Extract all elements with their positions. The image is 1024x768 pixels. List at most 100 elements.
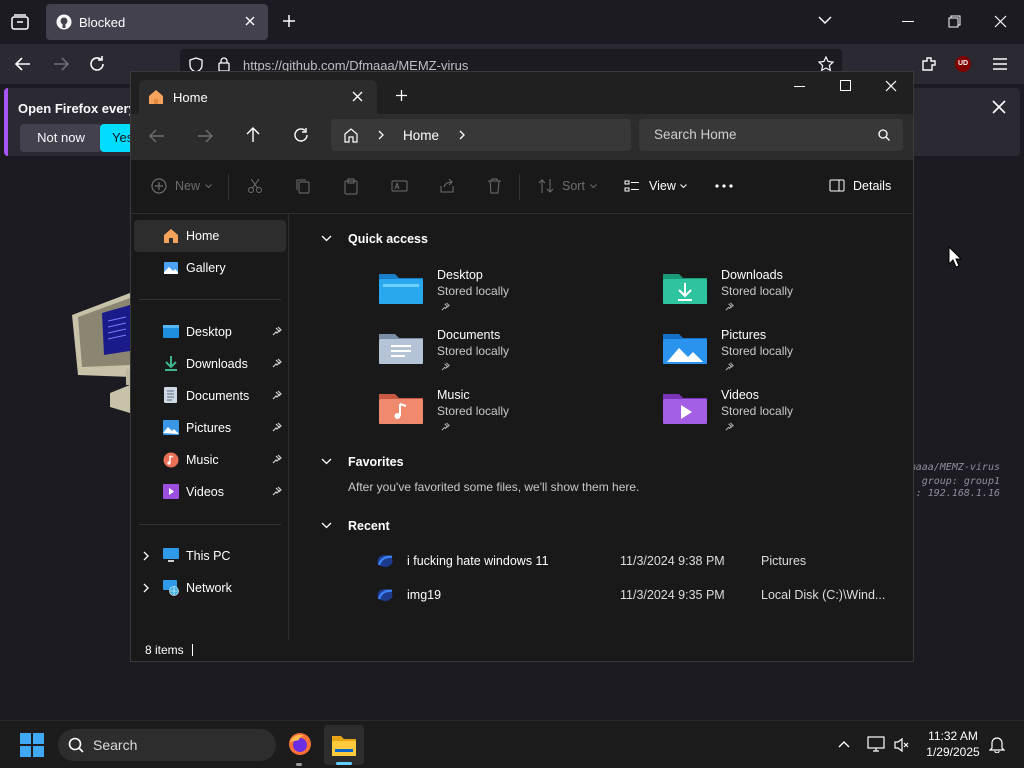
minimize-icon[interactable] [794,86,805,87]
pin-icon[interactable] [272,486,282,496]
quick-access-item-pictures[interactable]: Pictures Stored locally [659,322,909,378]
back-icon[interactable] [14,56,32,72]
view-button[interactable]: View [649,179,676,193]
sidebar-item-home[interactable]: Home [134,220,286,252]
cut-icon[interactable] [247,178,263,194]
sidebar-item-videos[interactable]: Videos [134,476,286,508]
clock-date[interactable]: 1/29/2025 [922,745,984,759]
new-tab-icon[interactable] [282,14,296,28]
ublock-origin-icon[interactable]: UD [955,56,971,72]
collapse-chevron-icon[interactable] [321,235,332,242]
breadcrumb[interactable]: Home [403,128,439,143]
display-icon[interactable] [867,736,885,752]
recent-row[interactable]: img19 11/3/2024 9:35 PM Local Disk (C:)\… [369,580,899,610]
close-tab-icon[interactable] [244,15,256,27]
forward-icon[interactable] [197,129,213,143]
view-icon[interactable] [624,180,640,192]
search-input[interactable]: Search Home [654,127,737,142]
tab-list-icon[interactable] [10,12,30,32]
refresh-icon[interactable] [293,127,309,143]
forward-icon[interactable] [52,56,70,72]
more-options-icon[interactable] [715,184,733,188]
search-box[interactable]: Search Home [639,119,903,151]
browser-tab[interactable]: Blocked [46,4,268,40]
sidebar-item-label: Videos [186,485,224,499]
new-icon[interactable] [151,178,167,194]
sidebar-item-this-pc[interactable]: This PC [134,540,286,572]
quick-access-item-music[interactable]: Music Stored locally [375,382,625,438]
sort-icon[interactable] [538,178,554,194]
quick-access-item-documents[interactable]: Documents Stored locally [375,322,625,378]
restore-icon[interactable] [948,15,961,28]
copy-icon[interactable] [295,178,311,194]
collapse-chevron-icon[interactable] [321,458,332,465]
close-window-icon[interactable] [885,80,897,92]
new-button[interactable]: New [175,179,200,193]
list-all-tabs-icon[interactable] [818,15,832,25]
sidebar-item-desktop[interactable]: Desktop [134,316,286,348]
extensions-icon[interactable] [920,55,938,73]
sidebar-item-gallery[interactable]: Gallery [134,252,286,284]
minimize-icon[interactable] [902,21,914,22]
pin-icon[interactable] [272,358,282,368]
address-bar[interactable]: Home [331,119,631,151]
breadcrumb-chevron-icon[interactable] [459,130,465,140]
firefox-taskbar-icon[interactable] [288,732,312,756]
pin-icon[interactable] [272,422,282,432]
sidebar-item-downloads[interactable]: Downloads [134,348,286,380]
app-menu-icon[interactable] [992,57,1008,71]
explorer-tab[interactable]: Home [139,80,377,114]
quick-access-name: Documents [437,328,501,342]
lock-icon[interactable] [218,57,230,72]
start-windows-icon[interactable] [20,733,44,757]
command-bar: New Sort View Details [131,160,913,214]
taskbar-search-box[interactable]: Search [58,729,276,761]
expand-chevron-icon[interactable] [143,551,149,561]
details-button[interactable]: Details [853,179,891,193]
volume-muted-icon[interactable] [894,737,910,753]
share-icon[interactable] [439,178,455,194]
paste-icon[interactable] [343,178,359,195]
image-file-icon [377,554,393,568]
documents-folder-icon [164,387,177,403]
up-icon[interactable] [246,127,260,143]
sort-button[interactable]: Sort [562,179,585,193]
quick-access-item-desktop[interactable]: Desktop Stored locally [375,262,625,318]
section-header-favorites[interactable]: Favorites [348,455,404,469]
notifications-bell-icon[interactable] [989,736,1005,753]
pin-icon[interactable] [272,326,282,336]
section-header-quick-access[interactable]: Quick access [348,232,428,246]
quick-access-item-videos[interactable]: Videos Stored locally [659,382,909,438]
sidebar-item-documents[interactable]: Documents [134,380,286,412]
reload-icon[interactable] [88,55,106,73]
search-icon [878,129,890,141]
explorer-taskbar-button[interactable] [324,725,364,765]
expand-chevron-icon[interactable] [143,583,149,593]
sidebar-item-network[interactable]: Network [134,572,286,604]
recent-row[interactable]: i fucking hate windows 11 11/3/2024 9:38… [369,546,899,576]
collapse-chevron-icon[interactable] [321,522,332,529]
bookmark-star-icon[interactable] [818,56,834,72]
sidebar-item-music[interactable]: Music [134,444,286,476]
close-window-icon[interactable] [994,15,1007,28]
show-hidden-icons-icon[interactable] [838,740,850,748]
close-notification-icon[interactable] [992,100,1006,114]
pin-icon[interactable] [272,454,282,464]
section-header-recent[interactable]: Recent [348,519,390,533]
not-now-button[interactable]: Not now [20,124,102,152]
details-pane-icon[interactable] [829,179,845,192]
close-tab-icon[interactable] [352,91,363,102]
clock-time[interactable]: 11:32 AM [922,729,984,743]
quick-access-item-downloads[interactable]: Downloads Stored locally [659,262,909,318]
back-icon[interactable] [149,129,165,143]
pin-icon[interactable] [272,390,282,400]
new-tab-icon[interactable] [395,89,408,102]
maximize-icon[interactable] [840,80,851,91]
quick-access-name: Desktop [437,268,483,282]
rename-icon[interactable] [391,178,408,194]
delete-icon[interactable] [487,178,502,194]
pc-icon [163,548,179,563]
file-explorer-icon [332,734,356,756]
github-icon [56,14,72,30]
sidebar-item-pictures[interactable]: Pictures [134,412,286,444]
